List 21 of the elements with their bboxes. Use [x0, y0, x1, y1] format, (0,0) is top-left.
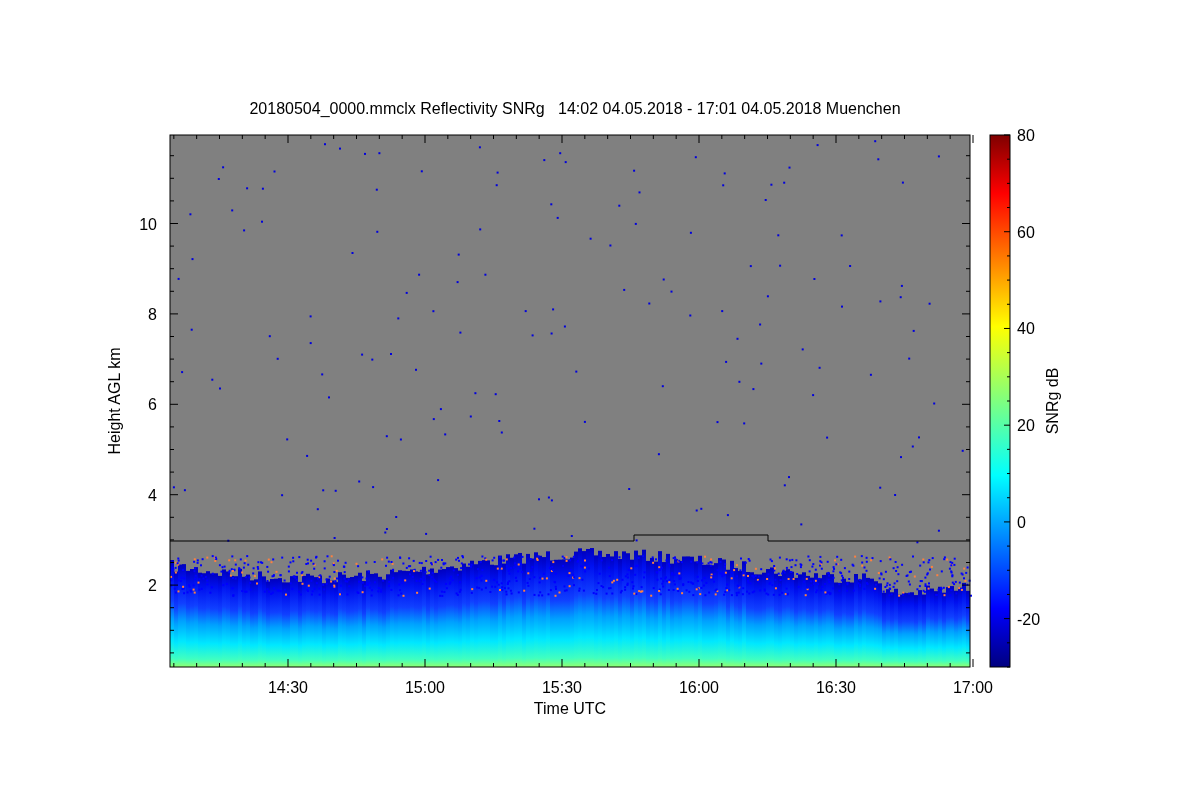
x-tick-label: 17:00	[953, 679, 993, 696]
y-tick-label: 6	[148, 396, 157, 414]
x-tick-label: 16:00	[679, 679, 719, 696]
y-tick-label: 4	[148, 486, 157, 504]
y-tick-label: 10	[139, 215, 157, 233]
x-tick-label: 15:30	[542, 679, 582, 696]
colorbar-label: SNRg dB	[1044, 367, 1061, 435]
colorbar-tick-label: 60	[1017, 223, 1035, 241]
x-tick-label: 14:30	[268, 679, 308, 696]
colorbar-tick-label: 0	[1017, 513, 1026, 531]
x-axis-label: Time UTC	[533, 700, 607, 717]
colorbar-tick-label: 20	[1017, 417, 1035, 435]
colorbar-tick-label: 40	[1017, 320, 1035, 338]
x-tick-label: 15:00	[405, 679, 445, 696]
chart-title: 20180504_0000.mmclx Reflectivity SNRg 14:02 04.05.2018 - 17:01 04.05.2018 Muenchen	[249, 100, 901, 117]
x-tick-label: 16:30	[816, 679, 856, 696]
y-tick-label: 2	[148, 577, 157, 595]
colorbar-tick-label: 80	[1017, 127, 1035, 144]
colorbar-tick-label: -20	[1017, 610, 1041, 628]
y-tick-label: 8	[148, 305, 157, 323]
y-axis-label: Height AGL km	[106, 347, 123, 455]
